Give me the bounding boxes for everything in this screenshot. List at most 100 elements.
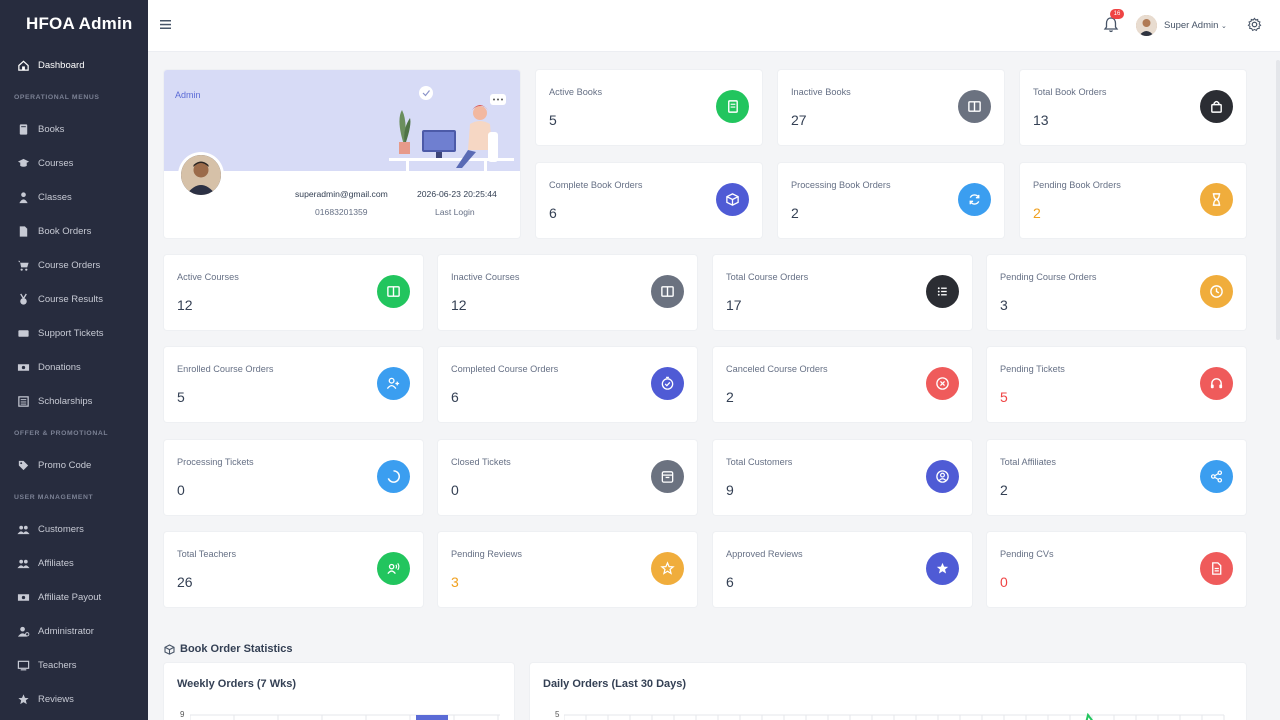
stat-card-inactive-books[interactable]: Inactive Books 27 <box>778 70 1004 145</box>
menu-toggle-icon[interactable] <box>160 19 171 30</box>
daily-orders-chart: Daily Orders (Last 30 Days) 5 <box>530 663 1246 720</box>
stat-card-enrolled-course-orders[interactable]: Enrolled Course Orders 5 <box>164 347 423 422</box>
sidebar-section-label: OPERATIONAL MENUS <box>14 93 100 101</box>
section-title: Book Order Statistics <box>180 643 293 655</box>
sidebar-nav: Dashboard OPERATIONAL MENUS Books Courses Cl… <box>0 48 148 716</box>
stat-card-total-book-orders[interactable]: Total Book Orders 13 <box>1020 70 1246 145</box>
stat-card-total-affiliates[interactable]: Total Affiliates 2 <box>987 440 1246 515</box>
stat-label: Processing Book Orders <box>791 180 891 190</box>
stat-card-completed-course-orders[interactable]: Completed Course Orders 6 <box>438 347 697 422</box>
user-menu[interactable]: Super Admin ⌄ <box>1164 20 1227 31</box>
stat-card-total-course-orders[interactable]: Total Course Orders 17 <box>713 255 972 330</box>
stat-label: Pending CVs <box>1000 549 1054 559</box>
user-plus-icon <box>377 367 410 400</box>
stat-card-canceled-course-orders[interactable]: Canceled Course Orders 2 <box>713 347 972 422</box>
sidebar-item-label: Affiliate Payout <box>38 591 102 603</box>
user-voice-icon <box>377 552 410 585</box>
sidebar-item-label: Dashboard <box>38 59 85 71</box>
hourglass-icon <box>1200 183 1233 216</box>
sidebar-item-course-results[interactable]: Course Results <box>0 282 148 316</box>
tag-icon <box>16 458 30 472</box>
sidebar-item-label: Administrator <box>38 625 94 637</box>
stat-card-closed-tickets[interactable]: Closed Tickets 0 <box>438 440 697 515</box>
book-open-icon <box>958 90 991 123</box>
stat-card-total-customers[interactable]: Total Customers 9 <box>713 440 972 515</box>
stat-value: 0 <box>451 482 459 498</box>
stat-card-pending-book-orders[interactable]: Pending Book Orders 2 <box>1020 163 1246 238</box>
last-login-label: Last Login <box>435 207 475 217</box>
stat-card-pending-cvs[interactable]: Pending CVs 0 <box>987 532 1246 607</box>
sidebar-item-courses[interactable]: Courses <box>0 146 148 180</box>
workspace-illustration <box>389 86 514 172</box>
sidebar-item-support-tickets[interactable]: Support Tickets <box>0 316 148 350</box>
stat-value: 27 <box>791 112 807 128</box>
teacher-icon <box>16 190 30 204</box>
star-icon <box>926 552 959 585</box>
book-open-icon <box>651 275 684 308</box>
bar <box>416 715 448 720</box>
stat-card-active-books[interactable]: Active Books 5 <box>536 70 762 145</box>
file-icon <box>16 224 30 238</box>
money-icon <box>16 590 30 604</box>
sidebar-item-label: Teachers <box>38 659 77 671</box>
sidebar-item-course-orders[interactable]: Course Orders <box>0 248 148 282</box>
sidebar-item-promo-code[interactable]: Promo Code <box>0 448 148 482</box>
sidebar-item-book-orders[interactable]: Book Orders <box>0 214 148 248</box>
stat-card-total-teachers[interactable]: Total Teachers 26 <box>164 532 423 607</box>
sidebar-item-reviews[interactable]: Reviews <box>0 682 148 716</box>
book-icon <box>16 122 30 136</box>
chart-title: Weekly Orders (7 Wks) <box>177 678 297 690</box>
list-icon <box>16 394 30 408</box>
book-icon <box>716 90 749 123</box>
sidebar-section-label: OFFER & PROMOTIONAL <box>14 429 109 437</box>
y-axis-max-label: 5 <box>555 710 560 719</box>
chalkboard-icon <box>16 658 30 672</box>
stat-card-approved-reviews[interactable]: Approved Reviews 6 <box>713 532 972 607</box>
gear-icon[interactable] <box>1247 17 1262 32</box>
stat-value: 2 <box>1000 482 1008 498</box>
stat-card-pending-reviews[interactable]: Pending Reviews 3 <box>438 532 697 607</box>
topbar: 16 Super Admin ⌄ <box>148 0 1280 52</box>
stat-value: 17 <box>726 297 742 313</box>
sidebar-item-scholarships[interactable]: Scholarships <box>0 384 148 418</box>
clock-icon <box>1200 275 1233 308</box>
sidebar-item-affiliate-payout[interactable]: Affiliate Payout <box>0 580 148 614</box>
profile-phone: 01683201359 <box>315 207 368 217</box>
sidebar-item-books[interactable]: Books <box>0 112 148 146</box>
scrollbar[interactable] <box>1276 60 1280 340</box>
stat-label: Canceled Course Orders <box>726 364 828 374</box>
sidebar-item-donations[interactable]: Donations <box>0 350 148 384</box>
weekly-orders-chart: Weekly Orders (7 Wks) 9 <box>164 663 514 720</box>
stat-value: 3 <box>451 574 459 590</box>
stat-card-complete-book-orders[interactable]: Complete Book Orders 6 <box>536 163 762 238</box>
y-axis-max-label: 9 <box>180 710 185 719</box>
line-series <box>1085 713 1093 720</box>
sidebar-item-classes[interactable]: Classes <box>0 180 148 214</box>
stat-value: 12 <box>451 297 467 313</box>
stat-value: 5 <box>1000 389 1008 405</box>
stat-label: Active Books <box>549 87 603 97</box>
stat-card-processing-book-orders[interactable]: Processing Book Orders 2 <box>778 163 1004 238</box>
stat-card-pending-tickets[interactable]: Pending Tickets 5 <box>987 347 1246 422</box>
stat-value: 6 <box>549 205 557 221</box>
sidebar-item-administrator[interactable]: Administrator <box>0 614 148 648</box>
sidebar-item-label: Books <box>38 123 65 135</box>
box-icon <box>164 644 175 655</box>
avatar[interactable] <box>1136 15 1157 36</box>
stat-card-processing-tickets[interactable]: Processing Tickets 0 <box>164 440 423 515</box>
chart-title: Daily Orders (Last 30 Days) <box>543 678 687 690</box>
stat-label: Pending Book Orders <box>1033 180 1121 190</box>
brand-title[interactable]: HFOA Admin <box>0 0 148 48</box>
stat-card-inactive-courses[interactable]: Inactive Courses 12 <box>438 255 697 330</box>
stat-card-active-courses[interactable]: Active Courses 12 <box>164 255 423 330</box>
sidebar-item-label: Classes <box>38 191 72 203</box>
sidebar-item-affiliates[interactable]: Affiliates <box>0 546 148 580</box>
stat-card-pending-course-orders[interactable]: Pending Course Orders 3 <box>987 255 1246 330</box>
stat-label: Enrolled Course Orders <box>177 364 274 374</box>
stat-label: Pending Course Orders <box>1000 272 1097 282</box>
sidebar-item-teachers[interactable]: Teachers <box>0 648 148 682</box>
stat-label: Pending Tickets <box>1000 364 1065 374</box>
stat-value: 0 <box>1000 574 1008 590</box>
sidebar-item-customers[interactable]: Customers <box>0 512 148 546</box>
sidebar-item-dashboard[interactable]: Dashboard <box>0 48 148 82</box>
